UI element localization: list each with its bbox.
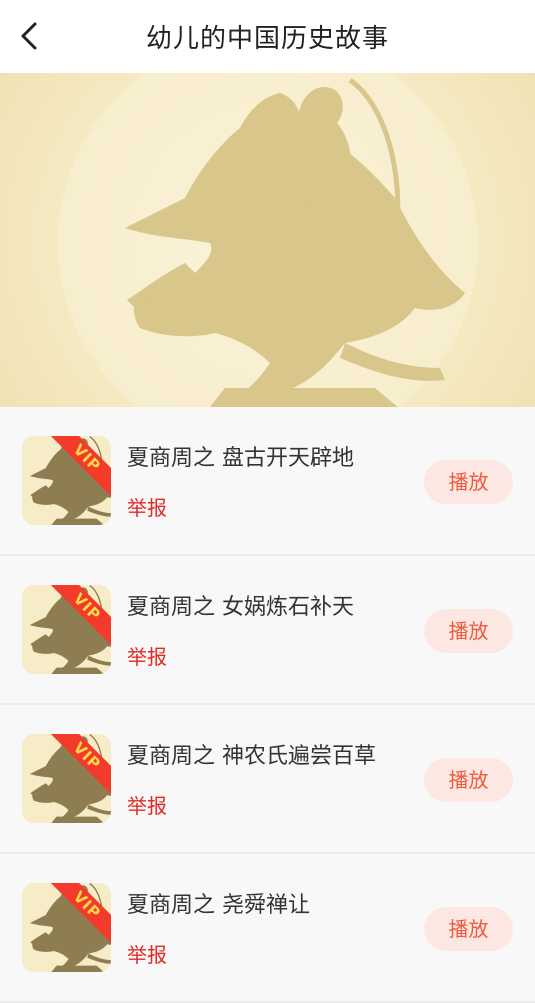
story-title: 夏商周之 尧舜禅让 xyxy=(127,893,310,918)
list-item[interactable]: VIP 夏商周之 女娲炼石补天 举报 播放 xyxy=(0,556,535,705)
report-link[interactable]: 举报 xyxy=(127,492,167,521)
horse-archer-statue-icon xyxy=(58,73,478,407)
story-thumbnail: VIP xyxy=(22,436,111,525)
list-item[interactable]: VIP 夏商周之 神农氏遍尝百草 举报 播放 xyxy=(0,705,535,854)
play-button[interactable]: 播放 xyxy=(424,758,513,802)
play-button[interactable]: 播放 xyxy=(424,907,513,951)
hero-banner xyxy=(0,73,535,407)
story-thumbnail: VIP xyxy=(22,734,111,823)
report-link[interactable]: 举报 xyxy=(127,939,167,968)
report-link[interactable]: 举报 xyxy=(127,641,167,670)
story-thumbnail: VIP xyxy=(22,585,111,674)
list-item[interactable]: VIP 夏商周之 尧舜禅让 举报 播放 xyxy=(0,854,535,1003)
story-title: 夏商周之 神农氏遍尝百草 xyxy=(127,744,376,769)
play-button[interactable]: 播放 xyxy=(424,609,513,653)
story-title: 夏商周之 女娲炼石补天 xyxy=(127,595,354,620)
story-thumbnail: VIP xyxy=(22,883,111,972)
list-item[interactable]: VIP 夏商周之 盘古开天辟地 举报 播放 xyxy=(0,407,535,556)
page-title: 幼儿的中国历史故事 xyxy=(145,24,389,54)
play-button[interactable]: 播放 xyxy=(424,460,513,504)
story-title: 夏商周之 盘古开天辟地 xyxy=(127,446,354,471)
report-link[interactable]: 举报 xyxy=(127,790,167,819)
top-bar: 幼儿的中国历史故事 xyxy=(0,0,535,73)
story-list: VIP 夏商周之 盘古开天辟地 举报 播放 VIP 夏商周之 女娲炼石补天 举报… xyxy=(0,407,535,1003)
